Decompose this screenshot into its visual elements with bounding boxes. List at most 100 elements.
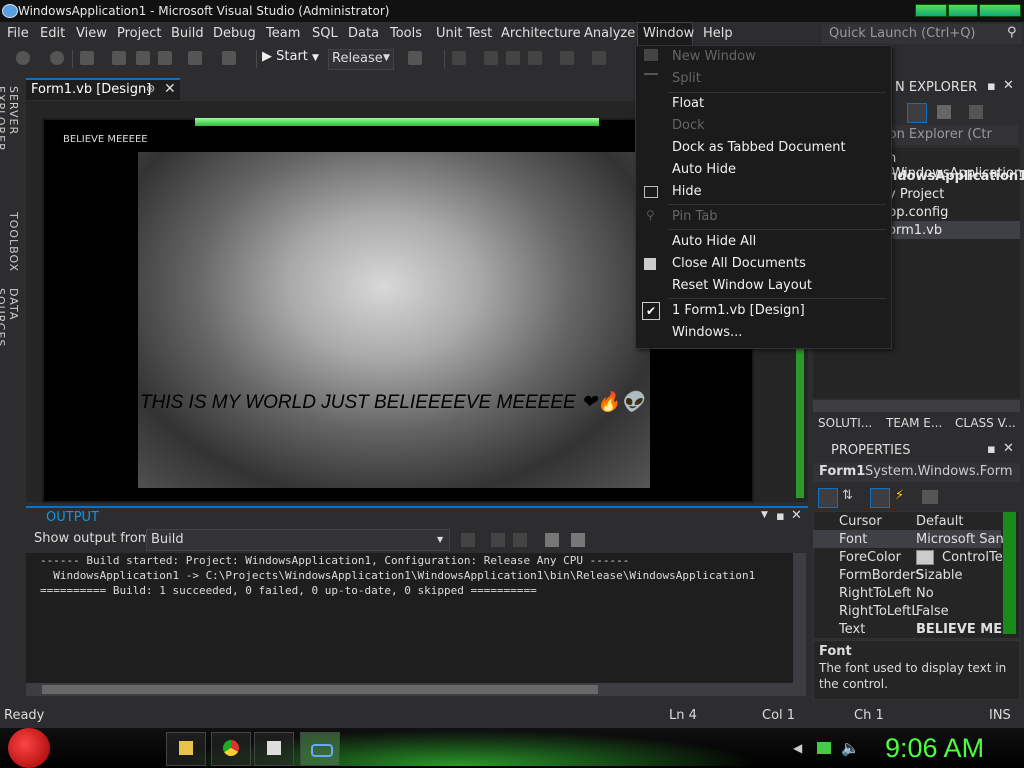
tab-form1-design[interactable]: Form1.vb [Design] ⊛ ✕ (26, 78, 180, 100)
menu-help[interactable]: Help (703, 26, 733, 41)
new-project-icon[interactable] (80, 51, 94, 65)
tab-team-explorer[interactable]: TEAM E... (886, 416, 942, 430)
save-icon[interactable] (136, 51, 150, 65)
property-name[interactable]: RightToLeft (839, 586, 911, 601)
output-vertical-scrollbar[interactable] (793, 553, 806, 683)
menu-tools[interactable]: Tools (390, 26, 422, 41)
close-icon[interactable]: ✕ (164, 81, 176, 97)
align-centers-icon[interactable] (506, 51, 520, 65)
menu-item-reset-window-layout[interactable]: Reset Window Layout (672, 278, 812, 293)
next-message-icon[interactable] (513, 533, 527, 547)
scrollbar-thumb[interactable] (42, 685, 598, 694)
property-name[interactable]: FormBorderS (839, 568, 924, 583)
property-pages-icon[interactable] (922, 490, 938, 504)
minimize-button[interactable] (915, 4, 947, 17)
property-name[interactable]: Cursor (839, 514, 882, 529)
properties-icon[interactable] (870, 488, 890, 508)
menu-item-float[interactable]: Float (672, 96, 704, 111)
server-explorer-tab[interactable]: SERVER EXPLORER (0, 86, 20, 201)
output-source-dropdown[interactable]: Build ▼ (146, 529, 450, 551)
find-icon[interactable] (408, 51, 422, 65)
navigate-forward-icon[interactable] (50, 51, 64, 65)
events-icon[interactable]: ⚡ (895, 488, 909, 506)
taskbar-clock[interactable]: 9:06 AM (885, 733, 984, 764)
close-window-button[interactable] (979, 4, 1021, 17)
menu-edit[interactable]: Edit (40, 26, 65, 41)
menu-team[interactable]: Team (266, 26, 300, 41)
sync-icon[interactable] (907, 103, 927, 123)
property-grid-scrollbar[interactable] (1003, 512, 1016, 634)
solution-explorer-scrollbar[interactable] (813, 400, 1020, 412)
menu-item-pin-tab[interactable]: Pin Tab (672, 209, 718, 224)
find-message-icon[interactable] (461, 533, 475, 547)
property-name[interactable]: RightToLeftL (839, 604, 919, 619)
wrench-icon[interactable] (937, 105, 951, 119)
tab-solution-explorer[interactable]: SOLUTI... (818, 416, 872, 430)
quick-launch-input[interactable]: Quick Launch (Ctrl+Q) ⚲ (822, 24, 1022, 44)
tab-class-view[interactable]: CLASS V... (955, 416, 1016, 430)
menu-item-new-window[interactable]: New Window (672, 49, 756, 64)
close-icon[interactable]: ✕ (1003, 441, 1014, 456)
menu-analyze[interactable]: Analyze (584, 26, 635, 41)
pin-icon[interactable]: ⊛ (146, 82, 155, 95)
calendar-taskbar-button[interactable] (254, 732, 294, 766)
tree-item-app-config[interactable]: pp.config (888, 205, 948, 220)
menu-item-form1-design[interactable]: 1 Form1.vb [Design] (672, 303, 805, 318)
menu-architecture[interactable]: Architecture (501, 26, 581, 41)
align-lefts-icon[interactable] (484, 51, 498, 65)
picture-box[interactable] (138, 152, 650, 488)
menu-item-windows[interactable]: Windows... (672, 325, 742, 340)
menu-window[interactable]: Window (637, 22, 694, 46)
word-wrap-icon[interactable] (571, 533, 585, 547)
volume-icon[interactable]: 🔈 (841, 739, 860, 757)
tree-item-project[interactable]: ndowsApplication1 (888, 169, 1024, 184)
toolbox-tab[interactable]: TOOLBOX (2, 212, 20, 274)
property-value[interactable]: Sizable (916, 568, 963, 583)
save-all-icon[interactable] (158, 51, 172, 65)
property-value[interactable]: Microsoft Sans (916, 532, 1011, 547)
undo-icon[interactable] (188, 51, 202, 65)
categorized-icon[interactable] (818, 488, 838, 508)
property-value[interactable]: False (916, 604, 949, 619)
menu-item-dock[interactable]: Dock (672, 118, 705, 133)
action-center-icon[interactable] (817, 742, 831, 754)
align-middles-icon[interactable] (592, 51, 606, 65)
align-tops-icon[interactable] (560, 51, 574, 65)
chevron-down-icon[interactable]: ▼ (761, 510, 768, 520)
pin-icon[interactable]: ▪ (987, 79, 996, 94)
align-rights-icon[interactable] (528, 51, 542, 65)
navigate-back-icon[interactable] (16, 51, 30, 65)
tree-item-my-project[interactable]: y Project (888, 187, 944, 202)
redo-icon[interactable] (222, 51, 236, 65)
show-hidden-icons-icon[interactable]: ◀ (793, 741, 802, 755)
property-value[interactable]: BELIEVE MEE (916, 622, 1011, 637)
data-sources-tab[interactable]: DATA SOURCES (0, 288, 20, 383)
collapse-icon[interactable] (969, 105, 983, 119)
property-value[interactable]: ControlTex (942, 550, 1010, 565)
menu-item-auto-hide-all[interactable]: Auto Hide All (672, 234, 756, 249)
properties-object-selector[interactable]: Form1 System.Windows.Form (813, 463, 1020, 482)
form-caption-label[interactable]: THIS IS MY WORLD JUST BELIEEEEVE MEEEEE … (140, 390, 644, 414)
align-grid-icon[interactable] (452, 51, 466, 65)
pin-icon[interactable]: ▪ (987, 442, 996, 457)
solution-configuration-dropdown[interactable]: Release ▼ (328, 49, 394, 70)
previous-message-icon[interactable] (491, 533, 505, 547)
pin-icon[interactable]: ▪ (776, 509, 785, 524)
property-value[interactable]: Default (916, 514, 964, 529)
menu-item-hide[interactable]: Hide (672, 184, 702, 199)
clear-all-icon[interactable] (545, 533, 559, 547)
chrome-taskbar-button[interactable] (211, 732, 251, 766)
menu-item-split[interactable]: Split (672, 71, 701, 86)
menu-item-dock-tabbed[interactable]: Dock as Tabbed Document (672, 140, 846, 155)
menu-data[interactable]: Data (348, 26, 379, 41)
start-debugging-button[interactable]: ▶ Start ▼ (262, 49, 319, 69)
menu-unit-test[interactable]: Unit Test (436, 26, 492, 41)
close-icon[interactable]: ✕ (1003, 78, 1014, 93)
open-file-icon[interactable] (112, 51, 126, 65)
close-icon[interactable]: ✕ (791, 508, 802, 523)
property-name[interactable]: Font (839, 532, 867, 547)
visual-studio-taskbar-button[interactable] (300, 732, 340, 766)
property-name[interactable]: ForeColor (839, 550, 901, 565)
alphabetical-icon[interactable]: ⇅ (842, 488, 858, 506)
start-button[interactable] (8, 728, 50, 768)
